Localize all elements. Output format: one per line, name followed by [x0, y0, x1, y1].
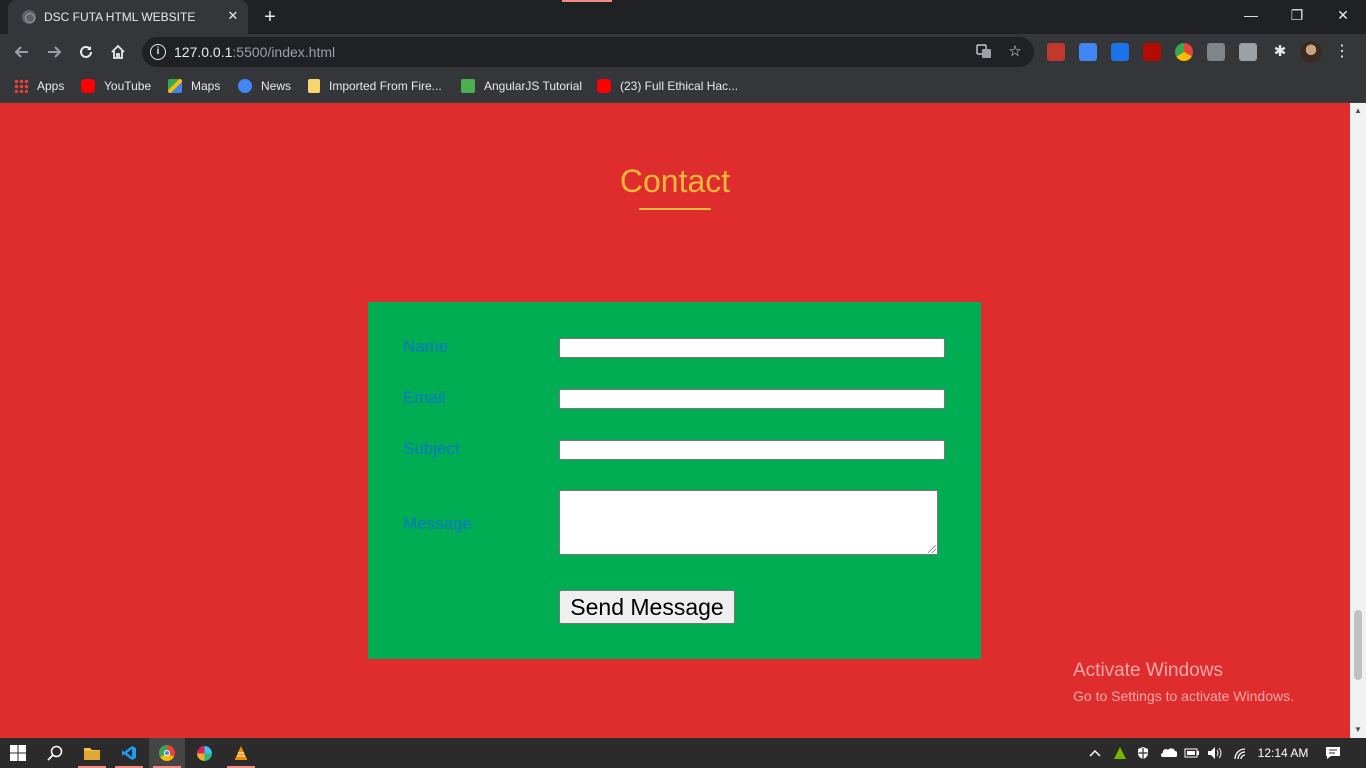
wifi-icon[interactable]: [1231, 738, 1249, 768]
bookmark-label: YouTube: [104, 79, 152, 93]
search-icon[interactable]: [37, 738, 73, 768]
chrome-extension-icon[interactable]: [1175, 43, 1193, 61]
bookmark-folder-imported[interactable]: Imported From Fire...: [308, 76, 442, 96]
windows-start-icon[interactable]: [0, 738, 36, 768]
scrollbar-thumb[interactable]: [1354, 610, 1362, 680]
bookmark-ethical-hacking[interactable]: (23) Full Ethical Hac...: [597, 76, 738, 96]
clock[interactable]: 12:14 AM: [1254, 738, 1312, 768]
folder-icon: [308, 79, 320, 93]
message-textarea[interactable]: [559, 490, 938, 555]
forward-icon[interactable]: [40, 38, 68, 66]
activate-windows-watermark: Activate Windows Go to Settings to activ…: [1073, 660, 1294, 704]
bookmark-label: AngularJS Tutorial: [484, 79, 583, 93]
bookmark-label: News: [261, 79, 292, 93]
contact-heading: Contact: [619, 163, 731, 199]
chrome-icon[interactable]: [149, 738, 185, 768]
tab-title: DSC FUTA HTML WEBSITE: [44, 10, 196, 24]
bookmark-manager-extension-icon[interactable]: [1047, 43, 1065, 61]
volume-icon[interactable]: [1206, 738, 1224, 768]
windows-taskbar: 12:14 AM: [0, 738, 1366, 768]
nvidia-icon[interactable]: [1111, 738, 1129, 768]
maps-icon: [168, 79, 182, 93]
youtube-icon: [597, 79, 611, 93]
tab-strip-marker: [562, 0, 612, 2]
browser-toolbar: i 127.0.0.1:5500/index.html ☆ ✱ ⋮: [0, 34, 1366, 70]
profile-avatar[interactable]: [1300, 41, 1322, 63]
address-bar[interactable]: i 127.0.0.1:5500/index.html ☆: [142, 37, 1034, 67]
bookmark-youtube[interactable]: YouTube: [81, 76, 151, 96]
url-path: :5500/index.html: [232, 44, 336, 60]
w3schools-icon: [461, 79, 475, 93]
back-icon[interactable]: [8, 38, 36, 66]
notification-icon[interactable]: [1322, 738, 1344, 768]
subject-label: Subject: [403, 439, 460, 458]
restore-button[interactable]: ❐: [1274, 0, 1320, 30]
chevron-up-icon[interactable]: [1086, 738, 1104, 768]
battery-icon[interactable]: [1183, 738, 1201, 768]
chrome-menu-icon[interactable]: ⋮: [1334, 40, 1350, 64]
watermark-subtitle: Go to Settings to activate Windows.: [1073, 688, 1294, 704]
tab-strip: DSC FUTA HTML WEBSITE ✕ + — ❐ ✕: [0, 0, 1366, 34]
url-text: 127.0.0.1:5500/index.html: [174, 44, 335, 60]
page-viewport: Contact Name Email Subject Message Send …: [0, 103, 1350, 738]
vlc-icon[interactable]: [223, 738, 259, 768]
watermark-title: Activate Windows: [1073, 660, 1223, 681]
extensions-puzzle-icon[interactable]: ✱: [1271, 43, 1289, 61]
defender-icon[interactable]: [1134, 738, 1152, 768]
page-scrollbar[interactable]: ▲ ▼: [1350, 103, 1366, 738]
bookmark-apps[interactable]: Apps: [14, 76, 64, 96]
heading-underline: [639, 208, 711, 210]
chrome-logo: [159, 745, 175, 761]
bookmark-label: (23) Full Ethical Hac...: [620, 79, 739, 93]
home-icon[interactable]: [104, 38, 132, 66]
bookmark-star-icon[interactable]: ☆: [1006, 43, 1024, 61]
bookmark-label: Imported From Fire...: [329, 79, 442, 93]
bookmark-angularjs-tutorial[interactable]: AngularJS Tutorial: [461, 76, 582, 96]
browser-tab[interactable]: DSC FUTA HTML WEBSITE ✕: [8, 0, 248, 34]
apps-grid-icon: [14, 79, 28, 93]
google-docs-extension-icon[interactable]: [1111, 43, 1129, 61]
new-tab-button[interactable]: +: [259, 6, 281, 28]
file-explorer-icon[interactable]: [74, 738, 110, 768]
subject-input[interactable]: [559, 440, 945, 460]
drive-extension-icon[interactable]: [1207, 43, 1225, 61]
site-info-icon[interactable]: i: [150, 44, 166, 60]
vscode-icon[interactable]: [111, 738, 147, 768]
copy-extension-icon[interactable]: [1239, 43, 1257, 61]
email-label: Email: [403, 388, 446, 407]
resize-grip-icon[interactable]: [928, 545, 936, 553]
reload-icon[interactable]: [72, 38, 100, 66]
close-window-button[interactable]: ✕: [1320, 0, 1366, 30]
onedrive-icon[interactable]: [1158, 738, 1178, 768]
slack-logo: [196, 745, 212, 761]
contact-form: Name Email Subject Message Send Message: [368, 302, 981, 659]
adobe-pdf-extension-icon[interactable]: [1143, 43, 1161, 61]
bookmark-label: Maps: [191, 79, 221, 93]
send-message-button[interactable]: Send Message: [559, 590, 735, 624]
google-translate-extension-icon[interactable]: [1079, 43, 1097, 61]
minimize-button[interactable]: —: [1228, 0, 1274, 30]
globe-icon: [22, 10, 36, 24]
slack-icon[interactable]: [186, 738, 222, 768]
youtube-icon: [81, 79, 95, 93]
scroll-up-icon[interactable]: ▲: [1350, 103, 1366, 119]
bookmark-maps[interactable]: Maps: [168, 76, 220, 96]
url-host: 127.0.0.1: [174, 44, 233, 60]
name-input[interactable]: [559, 338, 945, 358]
bookmarks-bar: Apps YouTube Maps News Imported From Fir…: [0, 70, 1366, 103]
bookmark-news[interactable]: News: [238, 76, 291, 96]
close-tab-icon[interactable]: ✕: [224, 7, 242, 25]
message-label: Message: [403, 514, 472, 533]
translate-icon[interactable]: [975, 43, 993, 61]
name-label: Name: [403, 337, 449, 356]
email-input[interactable]: [559, 389, 945, 409]
bookmark-label: Apps: [37, 79, 65, 93]
news-icon: [238, 79, 252, 93]
scroll-down-icon[interactable]: ▼: [1350, 722, 1366, 738]
